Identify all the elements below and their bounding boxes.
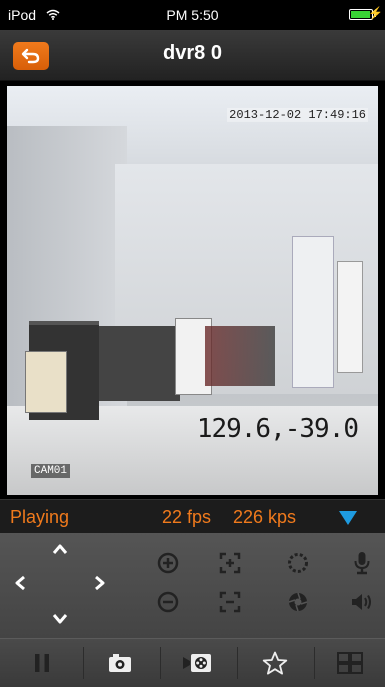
ptz-left-button[interactable] — [4, 567, 36, 599]
layout-button[interactable] — [312, 639, 385, 687]
speaker-button[interactable] — [346, 586, 378, 618]
status-bar: iPod PM 5:50 ⚡ — [0, 0, 385, 30]
left-arrow-icon — [15, 575, 25, 591]
camera-label: CAM01 — [31, 464, 71, 478]
layout-icon — [337, 652, 363, 674]
zoom-in-button[interactable] — [152, 547, 184, 579]
charging-icon: ⚡ — [368, 6, 383, 20]
focus-far-icon — [219, 591, 241, 613]
down-arrow-icon — [52, 614, 68, 624]
status-time: PM 5:50 — [166, 7, 219, 23]
pause-icon — [35, 654, 49, 672]
ptz-down-button[interactable] — [44, 603, 76, 635]
microphone-icon — [354, 552, 370, 575]
speaker-icon — [352, 594, 371, 610]
focus-far-button[interactable] — [214, 586, 246, 618]
video-view[interactable]: 2013-12-02 17:49:16 129.6,-39.0 CAM01 — [7, 86, 378, 495]
favorite-button[interactable] — [237, 639, 313, 687]
ptz-controls — [0, 533, 385, 638]
focus-near-icon — [219, 552, 241, 574]
right-arrow-icon — [95, 575, 105, 591]
record-button[interactable] — [160, 639, 236, 687]
scene-door — [292, 236, 334, 388]
triangle-down-icon — [339, 511, 357, 525]
video-coordinates: 129.6,-39.0 — [196, 414, 359, 444]
iris-open-icon — [288, 553, 308, 573]
pause-button[interactable] — [4, 639, 80, 687]
microphone-button[interactable] — [346, 547, 378, 579]
playback-status: Playing — [10, 507, 70, 527]
page-title: dvr8 0 — [163, 42, 222, 64]
zoom-out-icon — [157, 591, 179, 613]
ptz-right-button[interactable] — [84, 567, 116, 599]
iris-close-icon — [288, 592, 308, 612]
focus-near-button[interactable] — [214, 547, 246, 579]
iris-close-button[interactable] — [282, 586, 314, 618]
video-timestamp: 2013-12-02 17:49:16 — [227, 108, 368, 122]
dropdown-button[interactable] — [337, 509, 359, 527]
scene-shelf — [95, 326, 180, 401]
up-arrow-icon — [52, 544, 68, 554]
zoom-out-button[interactable] — [152, 586, 184, 618]
favorite-icon — [262, 651, 288, 675]
snapshot-icon — [109, 654, 131, 672]
ptz-up-button[interactable] — [44, 533, 76, 565]
snapshot-button[interactable] — [82, 639, 158, 687]
bitrate-value: 226 kps — [233, 507, 297, 527]
record-icon — [183, 654, 211, 672]
scene-cabinet — [25, 351, 67, 413]
nav-bar: dvr8 0 — [0, 30, 385, 81]
stream-info-bar: Playing 22 fps 226 kps — [0, 499, 385, 534]
fps-value: 22 fps — [162, 507, 212, 527]
zoom-in-icon — [157, 552, 179, 574]
bottom-toolbar — [0, 638, 385, 687]
iris-open-button[interactable] — [282, 547, 314, 579]
scene-chairs — [205, 326, 275, 386]
scene-ac-unit — [337, 261, 363, 373]
